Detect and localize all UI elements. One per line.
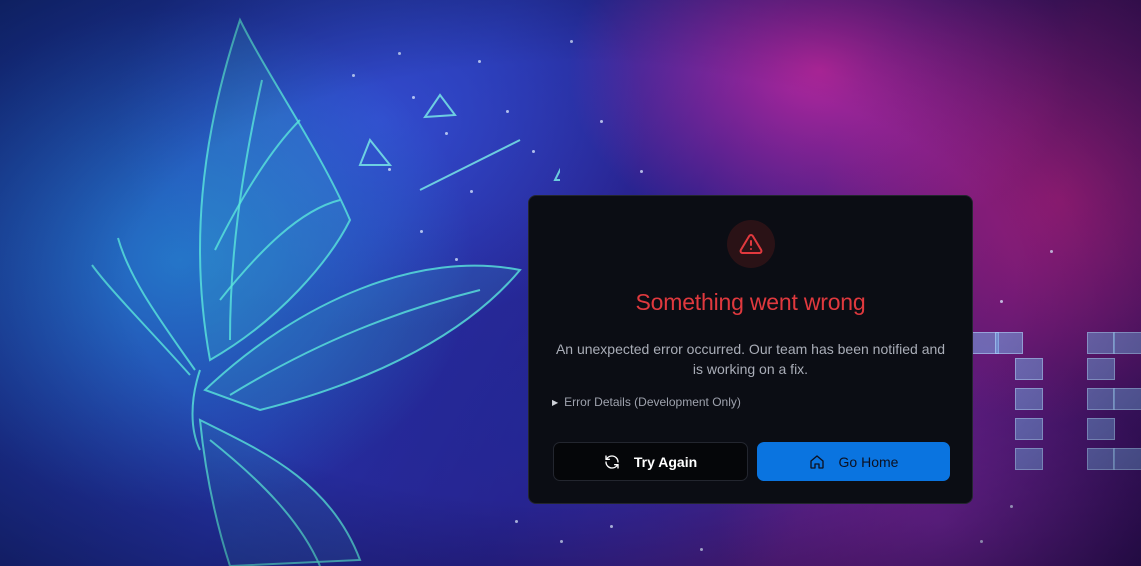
go-home-label: Go Home (838, 453, 899, 470)
error-title: Something went wrong (635, 289, 866, 315)
warning-icon-badge (727, 220, 775, 268)
try-again-button[interactable]: Try Again (553, 442, 748, 481)
error-dialog: Something went wrong An unexpected error… (528, 195, 973, 504)
try-again-label: Try Again (633, 453, 698, 470)
refresh-icon (605, 454, 619, 469)
error-message: An unexpected error occurred. Our team h… (555, 341, 946, 377)
warning-triangle-icon (739, 233, 763, 254)
go-home-button[interactable]: Go Home (757, 442, 950, 481)
triangle-right-icon: ▶ (552, 397, 559, 407)
error-details-toggle[interactable]: ▶ Error Details (Development Only) (552, 395, 741, 409)
home-icon (809, 454, 824, 469)
error-details-label: Error Details (Development Only) (564, 395, 741, 409)
